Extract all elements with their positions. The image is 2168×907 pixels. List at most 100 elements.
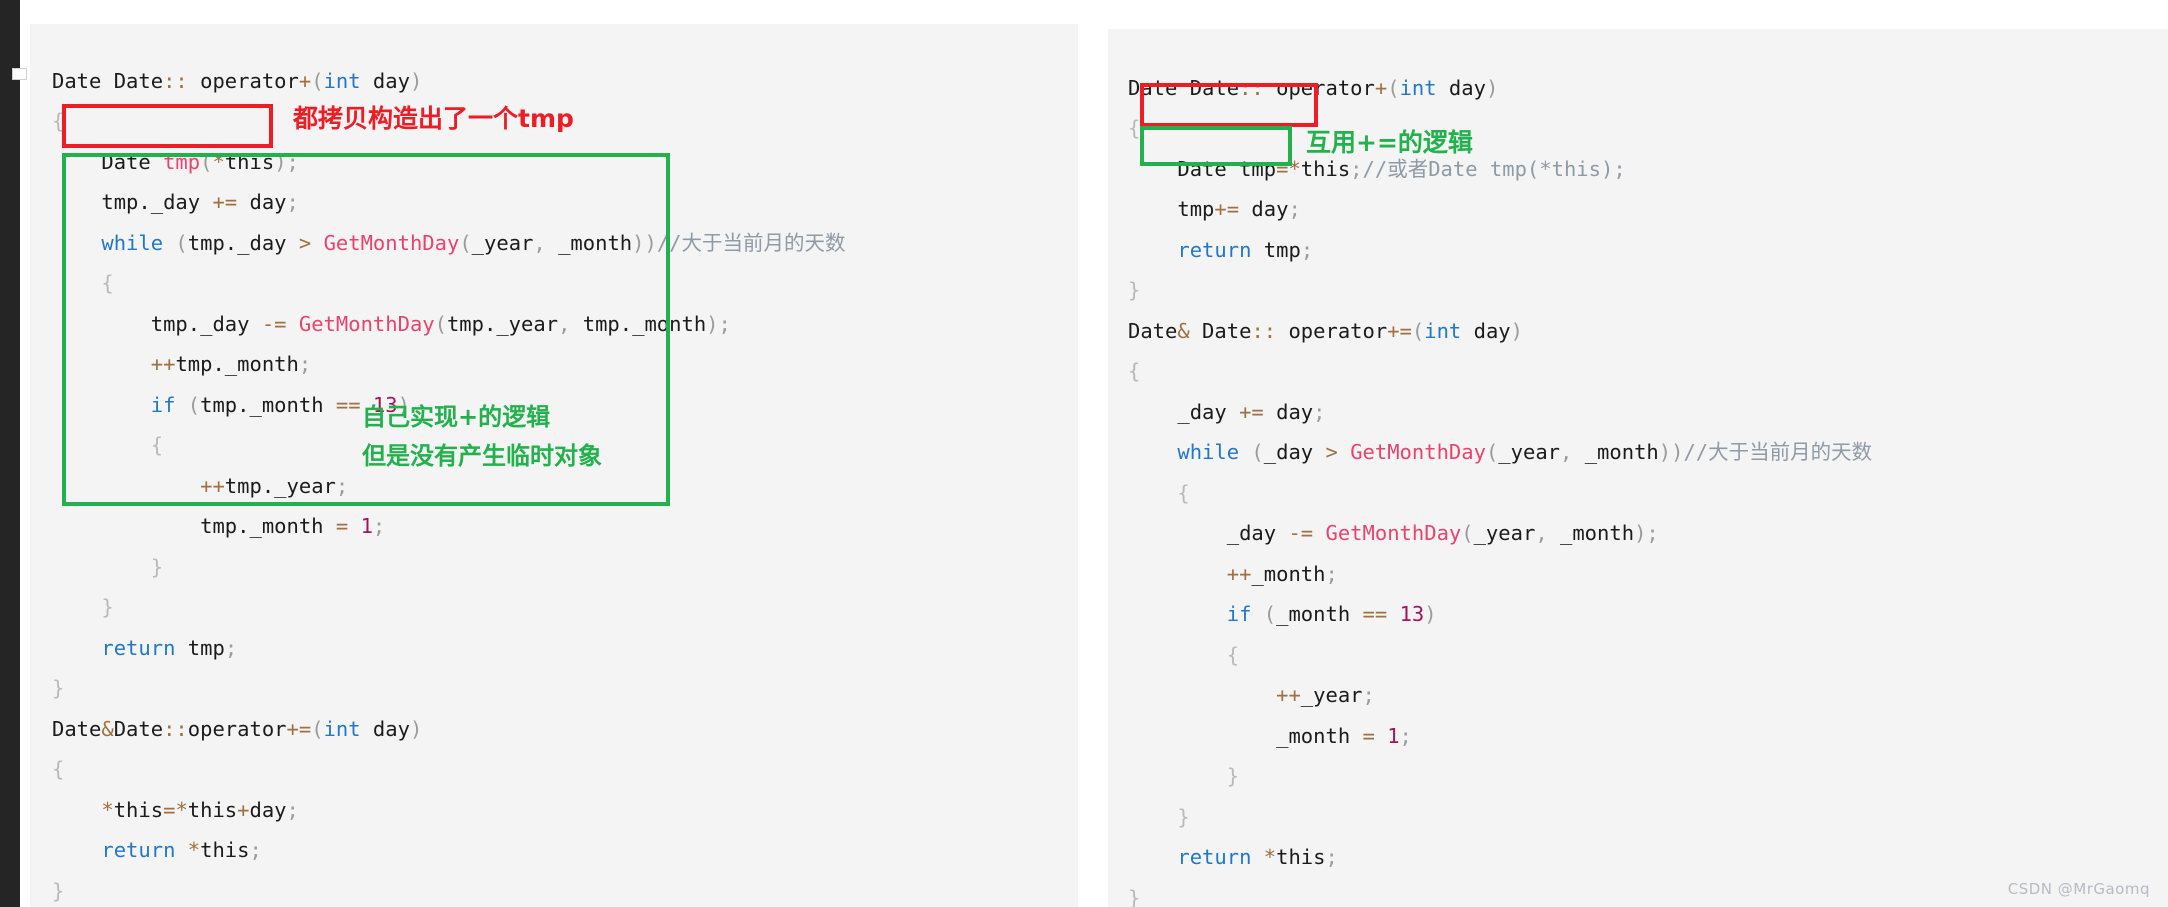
code-token: ++ (150, 352, 176, 376)
code-token: tmp._month (570, 311, 707, 336)
code-line: { (1128, 473, 1872, 514)
code-token: = (1362, 723, 1375, 748)
code-token: ; (1399, 723, 1412, 748)
code-token: { (52, 433, 164, 457)
code-token: ; (1300, 237, 1314, 262)
code-token: ( (311, 68, 324, 93)
code-line: ++tmp._year; (52, 466, 846, 507)
code-token: > (1325, 440, 1338, 464)
code-token: tmp (163, 149, 201, 174)
code-token: 1 (360, 514, 373, 538)
code-token: += (286, 716, 312, 741)
code-token: ++ (1276, 683, 1301, 707)
code-token: if (150, 392, 176, 417)
code-token: { (1128, 359, 1141, 383)
code-token: int (323, 68, 361, 93)
code-line: if (_month == 13) (1128, 594, 1872, 635)
code-token: this (200, 838, 250, 862)
code-token: _year (471, 230, 534, 255)
code-token: day (1436, 75, 1486, 100)
code-token: ; (1646, 521, 1659, 545)
code-token: 1 (1387, 723, 1400, 748)
code-line: } (52, 547, 846, 588)
code-panel-left: Date Date:: operator+(int day){ Date tmp… (30, 24, 1078, 907)
code-token: ( (1251, 602, 1277, 626)
rail-marker-icon (12, 68, 27, 80)
code-line: { (1128, 108, 1872, 149)
code-token: GetMonthDay (298, 311, 435, 336)
code-block-left[interactable]: Date Date:: operator+(int day){ Date tmp… (52, 61, 846, 907)
code-token: ) (706, 311, 719, 336)
code-line: { (52, 749, 846, 790)
code-token: > (298, 230, 312, 255)
code-token: operator (1263, 75, 1375, 100)
self-implement-note: 自己实现+的逻辑 (362, 403, 551, 431)
code-token: operator (187, 716, 287, 741)
code-token: == (335, 392, 361, 417)
code-token: day (1239, 197, 1289, 221)
code-token: Date Date (52, 68, 164, 93)
code-token: _month (545, 230, 633, 255)
code-token: ; (286, 190, 299, 214)
code-token: this (113, 797, 164, 822)
code-token: operator (1276, 318, 1388, 343)
code-line: } (1128, 270, 1872, 311)
code-token: _month (1251, 561, 1326, 586)
code-token: += (1387, 318, 1412, 343)
code-token: * (175, 797, 188, 822)
code-token: day (360, 68, 410, 93)
code-line: } (52, 871, 846, 907)
code-token: tmp._day (52, 311, 262, 336)
code-token: , (1535, 521, 1548, 545)
code-token: _month (1276, 602, 1363, 626)
code-token: == (1362, 602, 1388, 626)
code-token: ++ (200, 473, 225, 498)
code-token: { (52, 757, 65, 781)
code-token: , (533, 230, 546, 255)
code-block-right[interactable]: Date Date:: operator+(int day){ Date tmp… (1128, 68, 1872, 907)
code-token: ( (434, 311, 447, 336)
code-token: } (52, 878, 65, 903)
code-token: _year (1498, 440, 1561, 464)
code-token: ; (249, 838, 262, 862)
code-token: * (1288, 156, 1301, 181)
code-line: Date tmp=*this;//或者Date tmp(*this); (1128, 149, 1872, 190)
code-token: tmp._day (187, 230, 299, 255)
code-line: ++_year; (1128, 675, 1872, 716)
code-token: tmp._month (175, 352, 299, 376)
code-token: ++ (1226, 561, 1252, 586)
code-token: ) (1634, 521, 1647, 545)
code-line: return tmp; (52, 628, 846, 669)
code-token: ( (1411, 318, 1425, 343)
code-token: } (1128, 764, 1240, 788)
code-line: } (1128, 797, 1872, 838)
copy-construct-note: 都拷贝构造出了一个tmp (293, 104, 574, 133)
code-line: } (1128, 756, 1872, 797)
code-token: day (1461, 318, 1511, 343)
code-token: ( (459, 230, 472, 255)
code-token: + (298, 68, 312, 93)
code-token: tmp (1128, 197, 1215, 221)
code-line: Date tmp(*this); (52, 142, 846, 183)
code-line: Date Date:: operator+(int day) (52, 61, 846, 102)
code-token: ; (1288, 197, 1301, 221)
code-token: ; (224, 635, 238, 660)
code-token: ( (200, 149, 213, 174)
code-token: tmp._year (224, 473, 336, 498)
code-token: :: (1239, 75, 1264, 100)
code-token: * (212, 149, 225, 174)
code-token: this (187, 797, 238, 822)
code-token: Date (1189, 318, 1252, 343)
code-token: Date (1128, 318, 1178, 343)
code-token: { (1128, 116, 1141, 140)
code-token: day (249, 797, 287, 822)
